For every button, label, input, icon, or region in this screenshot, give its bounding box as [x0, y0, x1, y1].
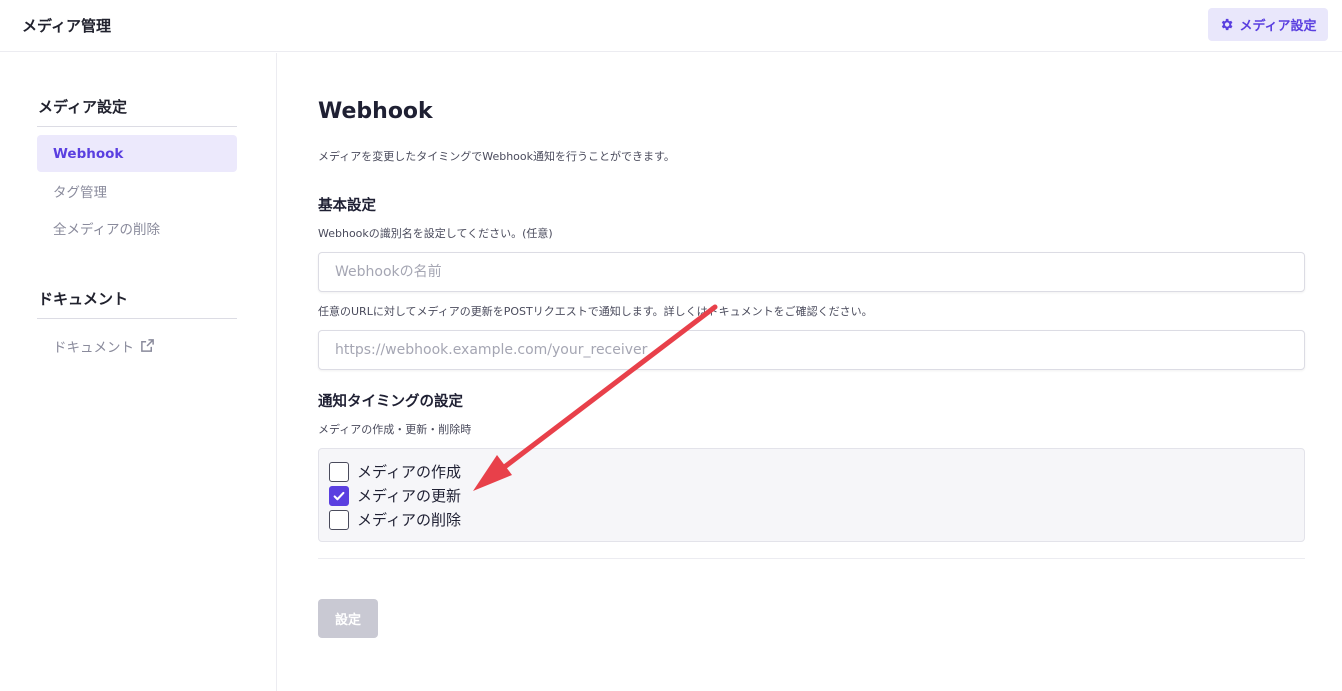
- timing-help: メディアの作成・更新・削除時: [318, 423, 472, 436]
- sidebar-item-delete-all[interactable]: 全メディアの削除: [37, 209, 237, 246]
- media-settings-button[interactable]: メディア設定: [1208, 8, 1328, 41]
- checkbox-box[interactable]: [329, 509, 349, 530]
- sidebar-section-documents: ドキュメント: [38, 290, 129, 308]
- checkbox-box[interactable]: [329, 485, 349, 506]
- external-link-icon: [141, 339, 154, 352]
- webhook-url-help: 任意のURLに対してメディアの更新をPOSTリクエストで通知します。詳しくはドキ…: [318, 305, 873, 318]
- checkmark-icon: [333, 491, 345, 500]
- webhook-name-input[interactable]: [318, 252, 1305, 292]
- checkbox-media-update[interactable]: メディアの更新: [329, 485, 461, 506]
- sidebar-item-tags[interactable]: タグ管理: [37, 172, 237, 209]
- sidebar: メディア設定 Webhook タグ管理 全メディアの削除 ドキュメント ドキュメ…: [0, 53, 277, 691]
- sidebar-item-label: 全メディアの削除: [53, 221, 161, 238]
- checkbox-box[interactable]: [329, 461, 349, 482]
- form-divider: [318, 558, 1305, 559]
- gear-icon: [1222, 18, 1233, 31]
- timing-checkbox-panel: メディアの作成 メディアの更新 メディアの削除: [318, 448, 1305, 542]
- checkbox-media-create[interactable]: メディアの作成: [329, 461, 461, 482]
- sidebar-item-documents[interactable]: ドキュメント: [37, 327, 237, 364]
- checkbox-label: メディアの作成: [357, 463, 461, 481]
- checkbox-label: メディアの削除: [357, 511, 461, 529]
- media-settings-label: メディア設定: [1239, 19, 1317, 34]
- sidebar-item-label: ドキュメント: [53, 339, 134, 356]
- timing-settings-title: 通知タイミングの設定: [318, 394, 463, 410]
- sidebar-divider: [37, 126, 237, 127]
- sidebar-item-label: Webhook: [53, 145, 124, 162]
- checkbox-media-delete[interactable]: メディアの削除: [329, 509, 461, 530]
- sidebar-item-label: タグ管理: [53, 184, 107, 201]
- webhook-url-input[interactable]: [318, 330, 1305, 370]
- sidebar-section-media-settings: メディア設定: [38, 98, 127, 116]
- submit-button[interactable]: 設定: [318, 599, 378, 638]
- main-content: Webhook メディアを変更したタイミングでWebhook通知を行うことができ…: [278, 53, 1342, 691]
- page-description: メディアを変更したタイミングでWebhook通知を行うことができます。: [318, 150, 675, 163]
- basic-settings-title: 基本設定: [318, 198, 376, 214]
- app-title: メディア管理: [22, 17, 111, 35]
- webhook-name-help: Webhookの識別名を設定してください。(任意): [318, 227, 553, 240]
- sidebar-item-webhook[interactable]: Webhook: [37, 135, 237, 172]
- page-title: Webhook: [318, 99, 433, 124]
- top-bar: メディア管理 メディア設定: [0, 0, 1342, 52]
- checkbox-label: メディアの更新: [357, 487, 461, 505]
- sidebar-divider: [37, 318, 237, 319]
